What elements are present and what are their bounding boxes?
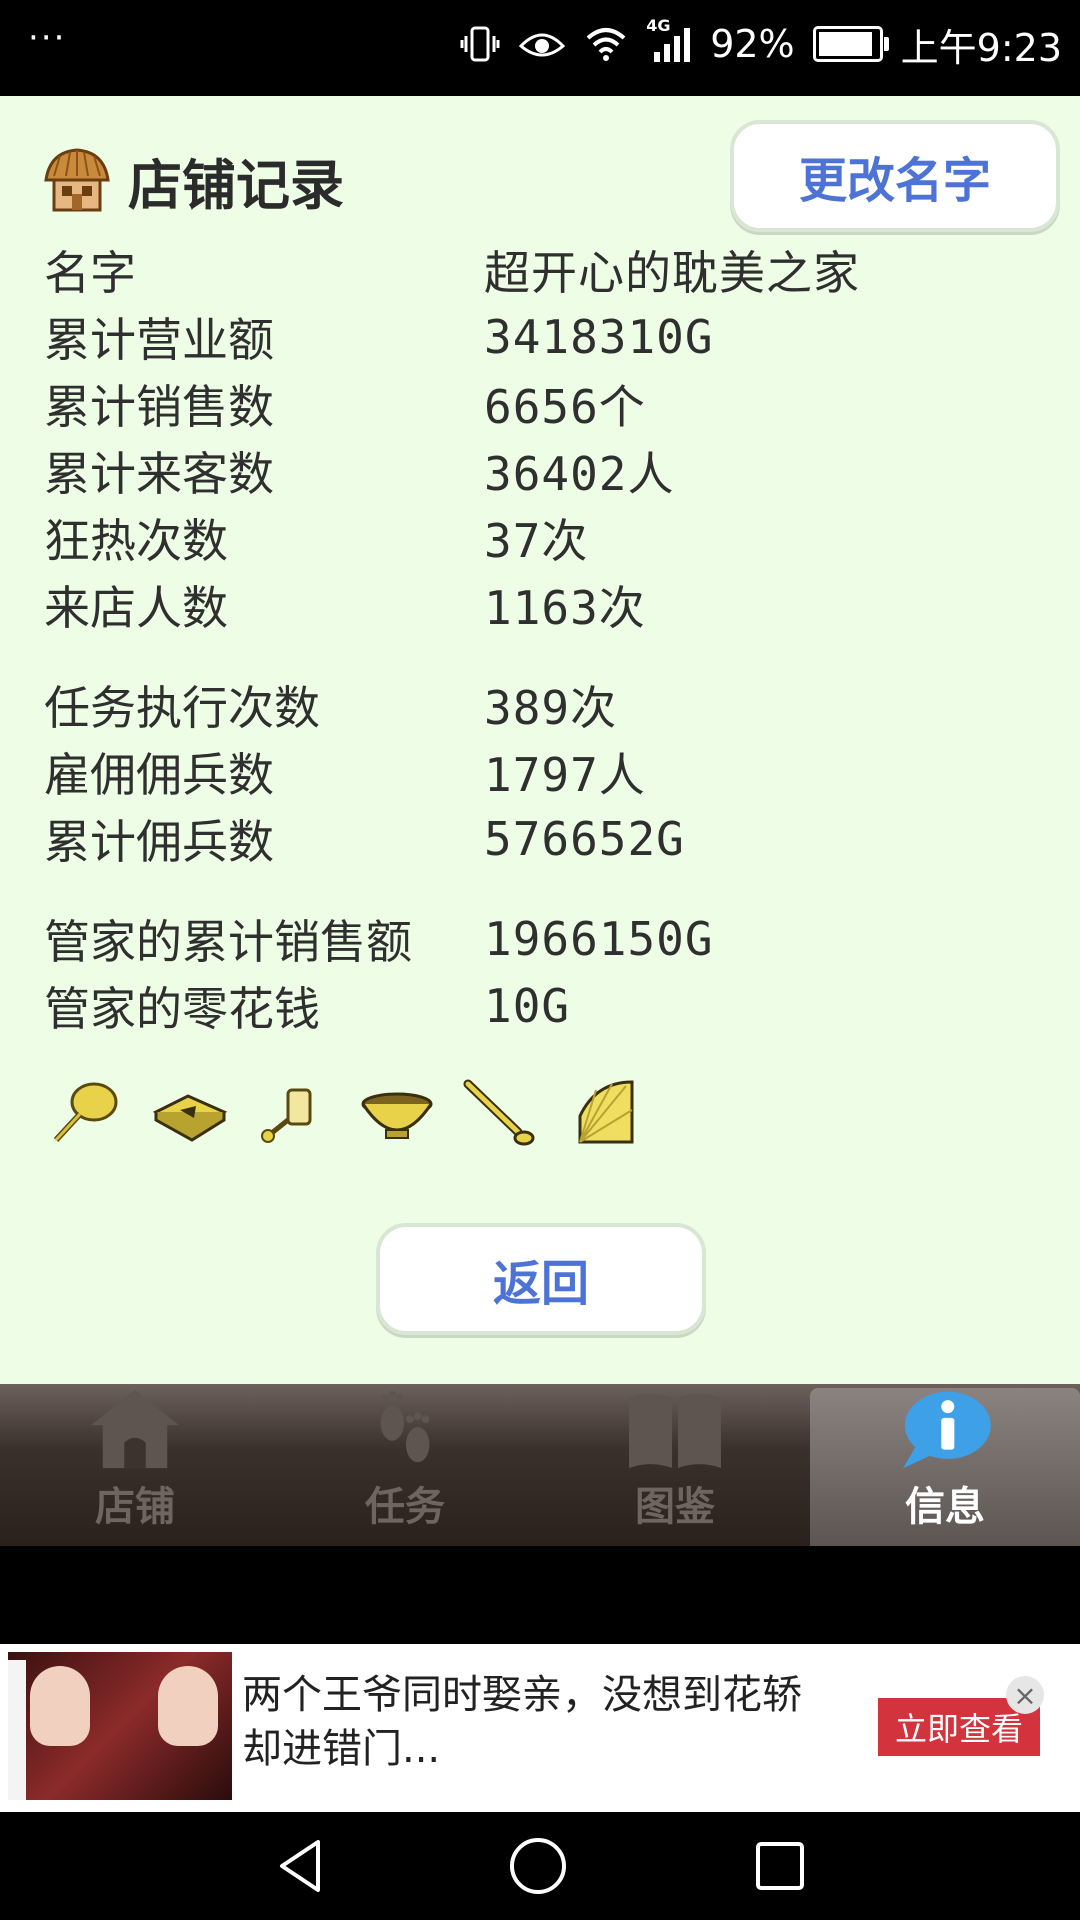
info-bubble-icon — [903, 1391, 991, 1469]
stat-label: 累计销售数 — [44, 379, 274, 434]
stats-list: 名字 超开心的耽美之家累计营业额 3418310G 累计销售数 6656个累计来客数 36… — [44, 236, 1044, 1039]
stat-value: 10G — [484, 978, 571, 1033]
tab-bar: 店铺 任务 图鉴 信息 — [0, 1384, 1080, 1546]
tab-encyclopedia[interactable]: 图鉴 — [540, 1384, 810, 1546]
tab-info[interactable]: 信息 — [810, 1388, 1080, 1546]
ad-banner[interactable]: 两个王爷同时娶亲，没想到花轿却进错门... 立即查看 × — [0, 1644, 1080, 1812]
tab-shop[interactable]: 店铺 — [0, 1384, 270, 1546]
signal-icon — [654, 28, 691, 62]
stat-value: 36402人 — [484, 446, 675, 501]
stat-value: 576652G — [484, 811, 685, 866]
stat-row: 累计营业额 3418310G — [44, 303, 1044, 370]
scroll-icon — [261, 1088, 312, 1143]
stat-label: 狂热次数 — [44, 513, 228, 568]
stat-row: 累计佣兵数 576652G — [44, 805, 1044, 872]
wifi-icon — [586, 28, 626, 61]
book-icon — [152, 1094, 228, 1142]
stat-value: 1163次 — [484, 580, 646, 635]
close-icon[interactable]: × — [1006, 1676, 1044, 1714]
ad-image[interactable] — [8, 1652, 232, 1800]
stat-row: 管家的累计销售额 1966150G — [44, 905, 1044, 972]
item-icons — [46, 1076, 644, 1148]
house-icon — [91, 1389, 179, 1469]
ladle-icon — [463, 1079, 535, 1146]
stat-row: 名字 超开心的耽美之家 — [44, 236, 1044, 303]
stat-label: 管家的零花钱 — [44, 981, 320, 1036]
stat-label: 雇佣佣兵数 — [44, 747, 274, 802]
system-nav-bar — [0, 1812, 1080, 1920]
notification-dots: ··· — [28, 18, 67, 58]
rename-button[interactable]: 更改名字 — [730, 120, 1060, 232]
tab-shop-label: 店铺 — [95, 1484, 175, 1530]
stat-row: 累计来客数 36402人 — [44, 437, 1044, 504]
back-button[interactable]: 返回 — [376, 1223, 706, 1335]
signal-indicator: 4G — [646, 16, 692, 64]
stat-value: 超开心的耽美之家 — [484, 245, 860, 300]
stat-row: 来店人数 1163次 — [44, 571, 1044, 638]
tab-info-label: 信息 — [905, 1484, 985, 1530]
eye-icon — [519, 33, 566, 57]
stat-value: 1797人 — [484, 747, 646, 802]
stat-label: 管家的累计销售额 — [44, 914, 412, 969]
stat-label: 名字 — [44, 245, 136, 300]
tab-encyclopedia-label: 图鉴 — [635, 1484, 715, 1530]
stat-row: 任务执行次数 389次 — [44, 671, 1044, 738]
vibrate-icon — [460, 26, 500, 62]
fan-icon — [53, 1082, 118, 1143]
back-nav-icon[interactable] — [272, 1836, 332, 1896]
stat-label: 累计佣兵数 — [44, 814, 274, 869]
stat-row: 管家的零花钱 10G — [44, 972, 1044, 1039]
bowl-icon — [361, 1092, 433, 1139]
home-nav-icon[interactable] — [508, 1836, 568, 1896]
footprints-icon — [380, 1390, 430, 1463]
stat-label: 来店人数 — [44, 580, 228, 635]
stat-label: 任务执行次数 — [44, 680, 320, 735]
ad-text[interactable]: 两个王爷同时娶亲，没想到花轿却进错门... — [242, 1668, 822, 1776]
stat-value: 6656个 — [484, 379, 646, 434]
status-bar: ··· 4G 92% 上午9:23 — [0, 0, 1080, 96]
stat-row: 累计销售数 6656个 — [44, 370, 1044, 437]
panel-header: 店铺记录 — [40, 141, 344, 220]
recents-nav-icon[interactable] — [750, 1836, 810, 1896]
stat-value: 37次 — [484, 513, 589, 568]
stat-value: 1966150G — [484, 911, 714, 966]
stat-value: 389次 — [484, 680, 618, 735]
folding-fan-icon — [578, 1080, 634, 1144]
battery-icon — [812, 26, 889, 62]
stat-row: 雇佣佣兵数 1797人 — [44, 738, 1044, 805]
stat-label: 累计来客数 — [44, 446, 274, 501]
tab-quest-label: 任务 — [365, 1484, 445, 1530]
page-title: 店铺记录 — [128, 154, 344, 217]
stat-value: 3418310G — [484, 309, 714, 364]
stat-row: 狂热次数 37次 — [44, 504, 1044, 571]
tab-quest[interactable]: 任务 — [270, 1384, 540, 1546]
stat-label: 累计营业额 — [44, 312, 274, 367]
open-book-icon — [629, 1393, 721, 1469]
shop-record-panel: 店铺记录 更改名字 名字 超开心的耽美之家累计营业额 3418310G 累计销售数 66… — [0, 96, 1080, 1384]
shop-hut-icon — [44, 147, 110, 211]
battery-percent: 92% — [710, 22, 795, 66]
clock: 上午9:23 — [900, 25, 1062, 70]
